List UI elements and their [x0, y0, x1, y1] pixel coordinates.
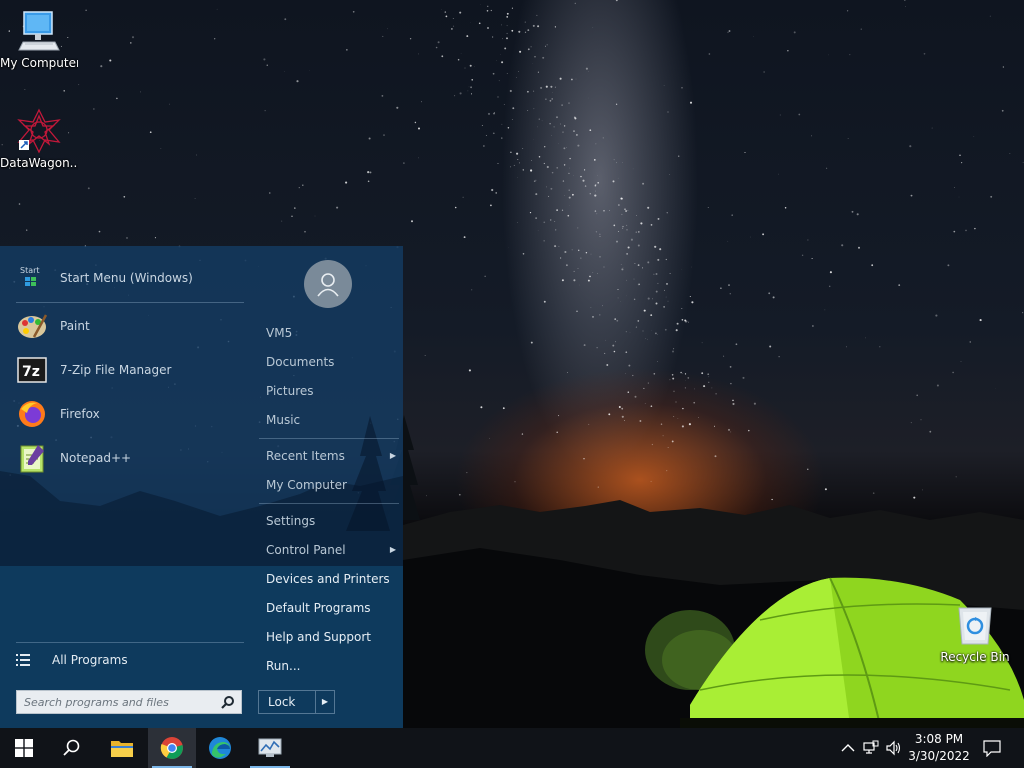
link-my-computer[interactable]: My Computer	[266, 474, 396, 496]
windows-logo-icon	[15, 739, 33, 757]
program-label: Paint	[60, 319, 90, 333]
start-menu-places-pane: VM5 Documents Pictures Music Recent Item…	[253, 246, 403, 728]
start-menu-app-icon-label: Start	[20, 266, 40, 275]
desktop-icon-label: DataWagon...	[0, 156, 78, 170]
notepadpp-icon	[16, 442, 48, 474]
program-start-menu-windows[interactable]: Start Start Menu (Windows)	[16, 260, 246, 296]
all-programs-separator	[16, 642, 244, 643]
program-label: Start Menu (Windows)	[60, 271, 193, 285]
list-icon	[16, 654, 30, 666]
search-input[interactable]	[17, 695, 207, 709]
link-recent-items[interactable]: Recent Items ▶	[266, 445, 396, 467]
link-documents[interactable]: Documents	[266, 351, 396, 373]
places-separator	[259, 438, 399, 439]
link-devices-printers[interactable]: Devices and Printers	[266, 568, 396, 590]
link-run[interactable]: Run...	[266, 655, 396, 677]
user-icon	[317, 273, 339, 297]
taskbar-chrome[interactable]	[148, 728, 196, 768]
link-label: Recent Items	[266, 449, 345, 463]
taskbar-edge[interactable]	[196, 728, 244, 768]
7zip-icon: 7z	[16, 354, 48, 386]
taskbar-task-manager[interactable]	[246, 728, 294, 768]
firefox-icon	[16, 398, 48, 430]
clock-time: 3:08 PM	[914, 732, 964, 746]
search-icon	[63, 739, 80, 756]
submenu-arrow-icon: ▶	[389, 545, 396, 554]
program-label: 7-Zip File Manager	[60, 363, 172, 377]
taskbar-search-button[interactable]	[48, 728, 96, 768]
program-firefox[interactable]: Firefox	[16, 396, 246, 432]
link-settings[interactable]: Settings	[266, 510, 396, 532]
taskbar-file-explorer[interactable]	[98, 728, 146, 768]
paint-icon	[16, 310, 48, 342]
link-pictures[interactable]: Pictures	[266, 380, 396, 402]
program-label: Notepad++	[60, 451, 132, 465]
all-programs-label: All Programs	[52, 653, 128, 667]
recycle-bin-icon	[958, 607, 992, 645]
network-icon[interactable]	[863, 740, 879, 756]
lock-button[interactable]: Lock	[258, 690, 316, 714]
link-help-support[interactable]: Help and Support	[266, 626, 396, 648]
desktop-icon-label: Recycle Bin	[940, 650, 1010, 664]
programs-separator	[16, 302, 244, 303]
link-control-panel[interactable]: Control Panel ▶	[266, 539, 396, 561]
start-menu-programs-pane: Start Start Menu (Windows) Paint 7z 7-Zi…	[0, 246, 253, 728]
link-user[interactable]: VM5	[266, 322, 396, 344]
taskbar: 3:08 PM 3/30/2022	[0, 728, 1024, 768]
places-separator	[259, 503, 399, 504]
user-avatar[interactable]	[304, 260, 352, 308]
notifications-icon[interactable]	[983, 739, 1001, 757]
link-music[interactable]: Music	[266, 409, 396, 431]
shutdown-options-arrow-icon[interactable]: ▶	[316, 690, 335, 714]
edge-icon	[209, 737, 231, 759]
7zip-icon-label: 7z	[22, 364, 40, 380]
program-label: Firefox	[60, 407, 100, 421]
search-box[interactable]	[16, 690, 242, 714]
program-7zip[interactable]: 7z 7-Zip File Manager	[16, 352, 246, 388]
my-computer-icon	[18, 11, 60, 51]
folder-icon	[111, 741, 133, 757]
program-notepadpp[interactable]: Notepad++	[16, 440, 246, 476]
desktop-icon-my-computer[interactable]: My Computer	[0, 10, 78, 70]
all-programs-button[interactable]: All Programs	[16, 646, 246, 674]
monitor-chart-icon	[258, 738, 282, 757]
link-label: Control Panel	[266, 543, 346, 557]
desktop-icon-label: My Computer	[0, 56, 78, 70]
system-clock[interactable]: 3:08 PM 3/30/2022	[897, 728, 981, 768]
link-default-programs[interactable]: Default Programs	[266, 597, 396, 619]
desktop-icon-recycle-bin[interactable]: Recycle Bin	[936, 604, 1014, 664]
desktop-icon-datawagon[interactable]: DataWagon...	[0, 108, 78, 170]
chrome-icon	[160, 737, 183, 759]
clock-date: 3/30/2022	[908, 749, 970, 763]
datawagon-icon	[17, 108, 61, 154]
submenu-arrow-icon: ▶	[389, 451, 396, 460]
start-menu: Start Start Menu (Windows) Paint 7z 7-Zi…	[0, 246, 403, 728]
program-paint[interactable]: Paint	[16, 308, 246, 344]
start-menu-app-icon: Start	[16, 262, 48, 294]
search-icon[interactable]	[221, 695, 235, 709]
show-hidden-icons-chevron-icon[interactable]	[840, 740, 856, 756]
start-button[interactable]	[0, 728, 48, 768]
